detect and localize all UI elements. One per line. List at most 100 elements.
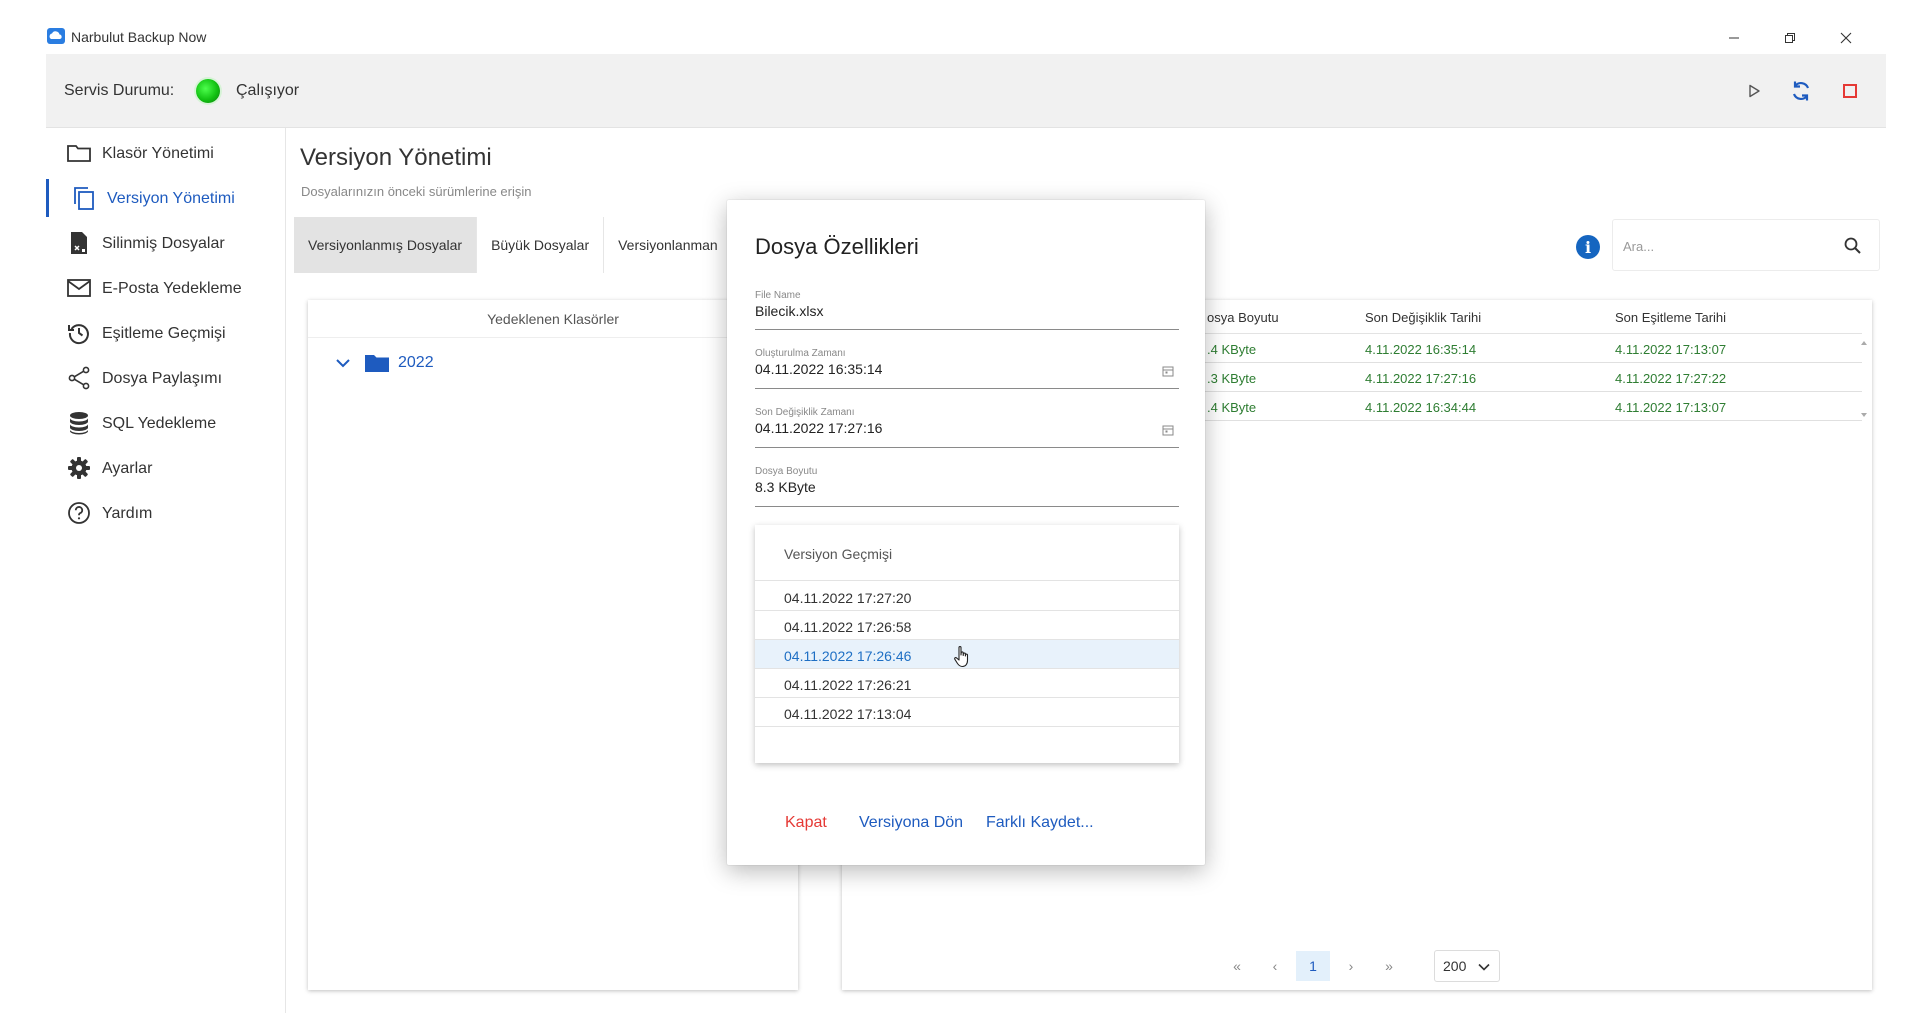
chevron-down-icon[interactable] (334, 354, 352, 372)
search-icon[interactable] (1841, 234, 1865, 258)
created-time-field[interactable]: Oluşturulma Zamanı 04.11.2022 16:35:14 (755, 348, 1179, 389)
restore-button[interactable] (1775, 26, 1805, 50)
version-history-title: Versiyon Geçmişi (784, 546, 893, 562)
version-history-list: Versiyon Geçmişi 04.11.2022 17:27:20 04.… (755, 525, 1179, 763)
sidebar-item-label: Dosya Paylaşımı (102, 370, 223, 387)
database-icon (70, 412, 88, 435)
sidebar-item-label: Eşitleme Geçmişi (102, 325, 226, 342)
folder-icon (365, 355, 389, 372)
version-history-item[interactable]: 04.11.2022 17:27:20 (755, 582, 1179, 611)
tab-large-files[interactable]: Büyük Dosyalar (477, 217, 605, 273)
deleted-file-icon (71, 232, 87, 254)
page-size-value: 200 (1443, 958, 1467, 974)
field-label: Son Değişiklik Zamanı (755, 407, 855, 418)
folder-icon (67, 145, 91, 162)
close-icon (1840, 32, 1852, 44)
sidebar-item-label: Silinmiş Dosyalar (102, 235, 225, 252)
page-title: Versiyon Yönetimi (300, 144, 492, 171)
sidebar-item-label: SQL Yedekleme (102, 415, 217, 432)
file-name-field[interactable]: File Name Bilecik.xlsx (755, 290, 1179, 330)
sidebar-item-version-management[interactable]: Versiyon Yönetimi (46, 179, 284, 217)
tab-unversioned-files[interactable]: Versiyonlanman (604, 217, 733, 273)
sync-service-button[interactable] (1786, 76, 1816, 106)
page-subtitle: Dosyalarınızın önceki sürümlerine erişin (301, 184, 532, 199)
field-label: Oluşturulma Zamanı (755, 348, 846, 359)
sidebar-item-sql-backup[interactable]: SQL Yedekleme (46, 404, 284, 442)
chevron-down-icon (1478, 963, 1490, 971)
dialog-title: Dosya Özellikleri (755, 234, 919, 259)
column-header-synced[interactable]: Son Eşitleme Tarihi (1615, 310, 1726, 325)
version-timestamp: 04.11.2022 17:26:21 (784, 677, 912, 693)
status-indicator-icon (196, 79, 220, 103)
sidebar-item-sync-history[interactable]: Eşitleme Geçmişi (46, 314, 284, 352)
field-value: 04.11.2022 17:27:16 (755, 420, 883, 436)
sidebar-item-label: Yardım (102, 505, 153, 522)
file-properties-dialog: Dosya Özellikleri File Name Bilecik.xlsx… (727, 200, 1205, 865)
start-service-button[interactable] (1739, 76, 1769, 106)
cloud-logo-icon (47, 28, 65, 44)
calendar-icon[interactable] (1161, 364, 1175, 378)
file-size-field[interactable]: Dosya Boyutu 8.3 KByte (755, 466, 1179, 507)
minimize-icon (1729, 37, 1739, 39)
backed-up-folders-panel: Yedeklenen Klasörler 2022 (308, 300, 798, 990)
sidebar-item-folder-management[interactable]: Klasör Yönetimi (46, 134, 284, 172)
close-dialog-button[interactable]: Kapat (785, 814, 827, 832)
sidebar-item-label: Klasör Yönetimi (102, 145, 214, 162)
prev-page-button[interactable]: ‹ (1258, 951, 1292, 981)
version-history-item[interactable]: 04.11.2022 17:13:04 (755, 698, 1179, 727)
field-value: Bilecik.xlsx (755, 303, 824, 319)
version-history-item[interactable]: 04.11.2022 17:26:58 (755, 611, 1179, 640)
sidebar-item-help[interactable]: Yardım (46, 494, 284, 532)
first-page-button[interactable]: « (1220, 951, 1254, 981)
last-page-button[interactable]: » (1372, 951, 1406, 981)
sidebar-item-email-backup[interactable]: E-Posta Yedekleme (46, 269, 284, 307)
search-input[interactable] (1623, 234, 1823, 258)
cell-modified: 4.11.2022 16:34:44 (1365, 400, 1477, 415)
sidebar-item-settings[interactable]: Ayarlar (46, 449, 284, 487)
stop-service-button[interactable] (1835, 76, 1865, 106)
revert-to-version-button[interactable]: Versiyona Dön (859, 814, 963, 832)
sidebar-item-file-sharing[interactable]: Dosya Paylaşımı (46, 359, 284, 397)
window-title: Narbulut Backup Now (71, 29, 207, 45)
gear-icon (68, 457, 90, 479)
calendar-icon[interactable] (1161, 423, 1175, 437)
stop-icon (1843, 84, 1857, 98)
page-size-select[interactable]: 200 (1434, 950, 1500, 982)
version-history-item[interactable]: 04.11.2022 17:26:46 (755, 640, 1179, 669)
modified-time-field[interactable]: Son Değişiklik Zamanı 04.11.2022 17:27:1… (755, 407, 1179, 448)
field-value: 8.3 KByte (755, 479, 816, 495)
column-header-modified[interactable]: Son Değişiklik Tarihi (1365, 310, 1481, 325)
service-status-label: Servis Durumu: (64, 82, 175, 99)
mail-icon (67, 279, 91, 297)
version-timestamp: 04.11.2022 17:27:20 (784, 590, 912, 606)
table-scrollbar[interactable] (1857, 336, 1871, 422)
folder-tree-node[interactable]: 2022 (334, 350, 434, 376)
cell-synced: 4.11.2022 17:13:07 (1615, 400, 1727, 415)
window-titlebar: Narbulut Backup Now (46, 22, 1886, 54)
play-icon (1749, 84, 1760, 98)
service-status-bar: Servis Durumu: Çalışıyor (46, 54, 1886, 128)
search-box (1612, 219, 1880, 271)
cell-modified: 4.11.2022 16:35:14 (1365, 342, 1477, 357)
folders-panel-header: Yedeklenen Klasörler (308, 300, 798, 338)
sidebar-item-deleted-files[interactable]: Silinmiş Dosyalar (46, 224, 284, 262)
cell-synced: 4.11.2022 17:13:07 (1615, 342, 1727, 357)
next-page-button[interactable]: › (1334, 951, 1368, 981)
info-icon[interactable]: i (1576, 235, 1600, 259)
tab-versioned-files[interactable]: Versiyonlanmış Dosyalar (294, 217, 478, 273)
page-number-button[interactable]: 1 (1296, 951, 1330, 981)
field-label: File Name (755, 290, 801, 301)
cell-size: .3 KByte (1207, 371, 1257, 386)
close-window-button[interactable] (1831, 26, 1861, 50)
field-label: Dosya Boyutu (755, 466, 818, 477)
version-history-item[interactable]: 04.11.2022 17:26:21 (755, 669, 1179, 698)
folder-tree-label: 2022 (398, 354, 434, 371)
version-timestamp: 04.11.2022 17:26:46 (784, 648, 912, 664)
history-icon (68, 324, 89, 345)
save-as-button[interactable]: Farklı Kaydet... (986, 814, 1094, 832)
copy-icon (74, 187, 94, 210)
minimize-button[interactable] (1719, 26, 1749, 50)
version-history-header: Versiyon Geçmişi (755, 525, 1179, 581)
column-header-size[interactable]: osya Boyutu (1207, 310, 1279, 325)
service-status-text: Çalışıyor (236, 82, 300, 99)
